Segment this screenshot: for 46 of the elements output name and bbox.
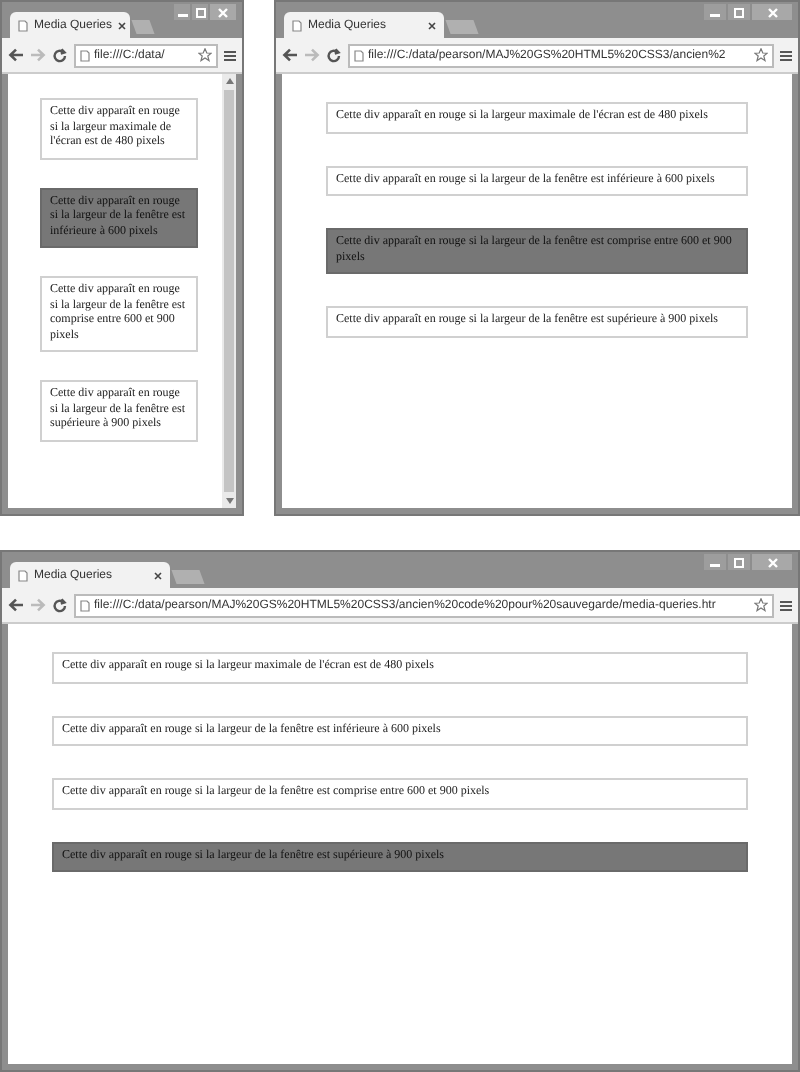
forward-arrow-icon bbox=[30, 598, 46, 612]
back-arrow-icon bbox=[282, 48, 298, 62]
new-tab-button[interactable] bbox=[171, 570, 205, 584]
page-icon bbox=[18, 569, 28, 581]
scrollbar[interactable] bbox=[222, 74, 236, 508]
close-button[interactable] bbox=[210, 4, 236, 20]
down-arrow-icon bbox=[225, 498, 233, 504]
reload-icon bbox=[52, 597, 68, 613]
forward-arrow-icon bbox=[30, 48, 46, 62]
back-arrow-icon bbox=[8, 598, 24, 612]
close-button[interactable] bbox=[752, 4, 792, 20]
page-icon bbox=[292, 19, 302, 31]
reload-icon bbox=[52, 47, 68, 63]
maximize-button[interactable] bbox=[728, 4, 750, 20]
star-icon bbox=[198, 48, 212, 62]
close-icon bbox=[218, 7, 228, 17]
minimize-button[interactable] bbox=[704, 4, 726, 20]
maximize-button[interactable] bbox=[192, 4, 208, 20]
forward-arrow-icon bbox=[304, 48, 320, 62]
maximize-icon bbox=[734, 7, 744, 17]
page-icon bbox=[354, 49, 364, 61]
scrollbar-thumb[interactable] bbox=[224, 90, 234, 492]
close-button[interactable] bbox=[752, 554, 792, 570]
close-icon bbox=[118, 21, 127, 29]
reload-icon bbox=[326, 47, 342, 63]
minimize-button[interactable] bbox=[704, 554, 726, 570]
close-icon bbox=[154, 571, 162, 579]
page-icon bbox=[80, 599, 90, 611]
close-icon bbox=[428, 21, 436, 29]
page-icon bbox=[80, 49, 90, 61]
maximize-button[interactable] bbox=[728, 554, 750, 570]
close-icon bbox=[767, 7, 777, 17]
menu-icon bbox=[780, 599, 792, 611]
star-icon bbox=[754, 48, 768, 62]
maximize-icon bbox=[734, 557, 744, 567]
new-tab-button[interactable] bbox=[445, 20, 479, 34]
menu-icon bbox=[224, 49, 236, 61]
back-arrow-icon bbox=[8, 48, 24, 62]
minimize-button[interactable] bbox=[174, 4, 190, 20]
menu-icon bbox=[780, 49, 792, 61]
star-icon bbox=[754, 598, 768, 612]
maximize-icon bbox=[195, 7, 205, 17]
new-tab-button[interactable] bbox=[131, 20, 155, 34]
up-arrow-icon bbox=[225, 78, 233, 84]
close-icon bbox=[767, 557, 777, 567]
page-icon bbox=[18, 19, 28, 31]
